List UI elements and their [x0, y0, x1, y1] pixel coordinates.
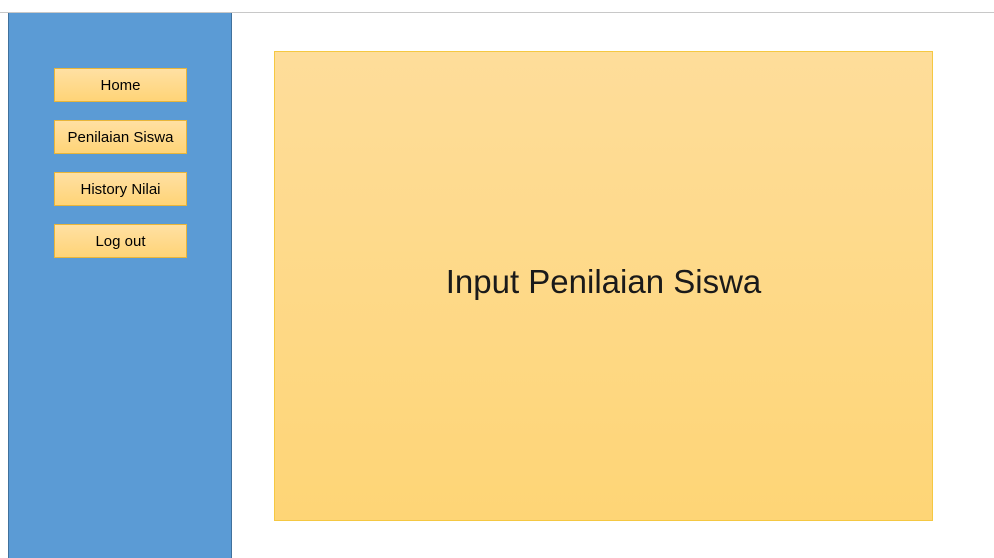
- sidebar-item-home[interactable]: Home: [54, 68, 187, 102]
- main-content-panel: Input Penilaian Siswa: [274, 51, 933, 521]
- sidebar-item-label: Log out: [95, 232, 146, 250]
- sidebar: Home Penilaian Siswa History Nilai Log o…: [8, 13, 232, 558]
- sidebar-item-history-nilai[interactable]: History Nilai: [54, 172, 187, 206]
- sidebar-item-penilaian-siswa[interactable]: Penilaian Siswa: [54, 120, 187, 154]
- page-title: Input Penilaian Siswa: [445, 263, 762, 300]
- sidebar-item-log-out[interactable]: Log out: [54, 224, 187, 258]
- sidebar-item-label: Penilaian Siswa: [67, 128, 174, 146]
- sidebar-item-label: History Nilai: [80, 180, 161, 198]
- sidebar-item-label: Home: [100, 76, 141, 94]
